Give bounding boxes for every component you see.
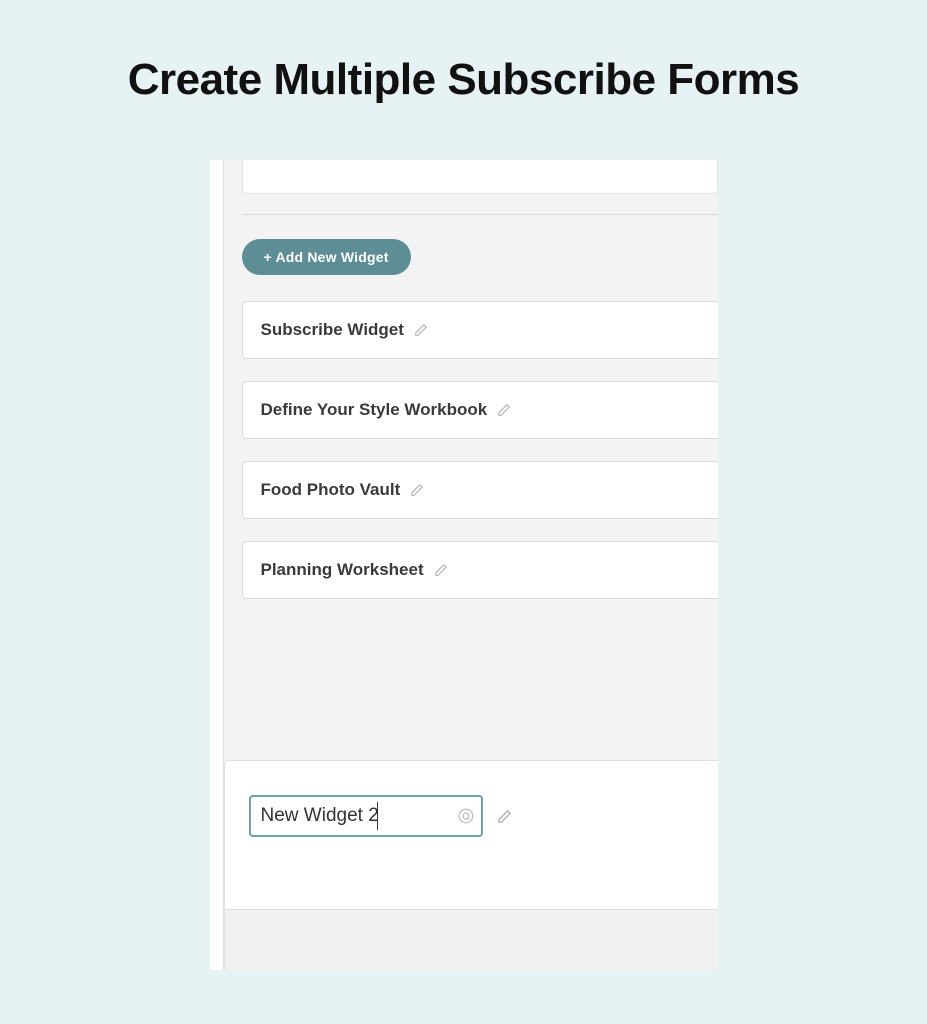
new-widget-body-placeholder	[224, 910, 718, 970]
new-widget-editor	[224, 760, 718, 970]
add-new-widget-button[interactable]: + Add New Widget	[242, 239, 411, 275]
pencil-icon[interactable]	[414, 323, 428, 337]
pencil-icon[interactable]	[410, 483, 424, 497]
pencil-icon[interactable]	[497, 403, 511, 417]
divider	[242, 214, 718, 215]
new-widget-name-input[interactable]	[249, 795, 483, 837]
new-widget-card	[224, 760, 718, 910]
widget-list-section: + Add New Widget Subscribe Widget Define…	[224, 160, 718, 621]
left-gutter	[210, 160, 224, 970]
pencil-icon[interactable]	[497, 809, 512, 824]
new-widget-input-container	[249, 795, 483, 837]
widget-label: Subscribe Widget	[261, 320, 404, 340]
widget-row[interactable]: Food Photo Vault	[242, 461, 718, 519]
page-title: Create Multiple Subscribe Forms	[128, 55, 800, 105]
widget-manager-panel: + Add New Widget Subscribe Widget Define…	[210, 160, 718, 970]
text-cursor	[377, 802, 378, 830]
widget-label: Food Photo Vault	[261, 480, 401, 500]
widget-row[interactable]: Planning Worksheet	[242, 541, 718, 599]
widget-row[interactable]: Subscribe Widget	[242, 301, 718, 359]
pencil-icon[interactable]	[434, 563, 448, 577]
widget-label: Define Your Style Workbook	[261, 400, 488, 420]
widget-row[interactable]: Define Your Style Workbook	[242, 381, 718, 439]
widget-label: Planning Worksheet	[261, 560, 424, 580]
previous-card-bottom	[242, 160, 718, 194]
